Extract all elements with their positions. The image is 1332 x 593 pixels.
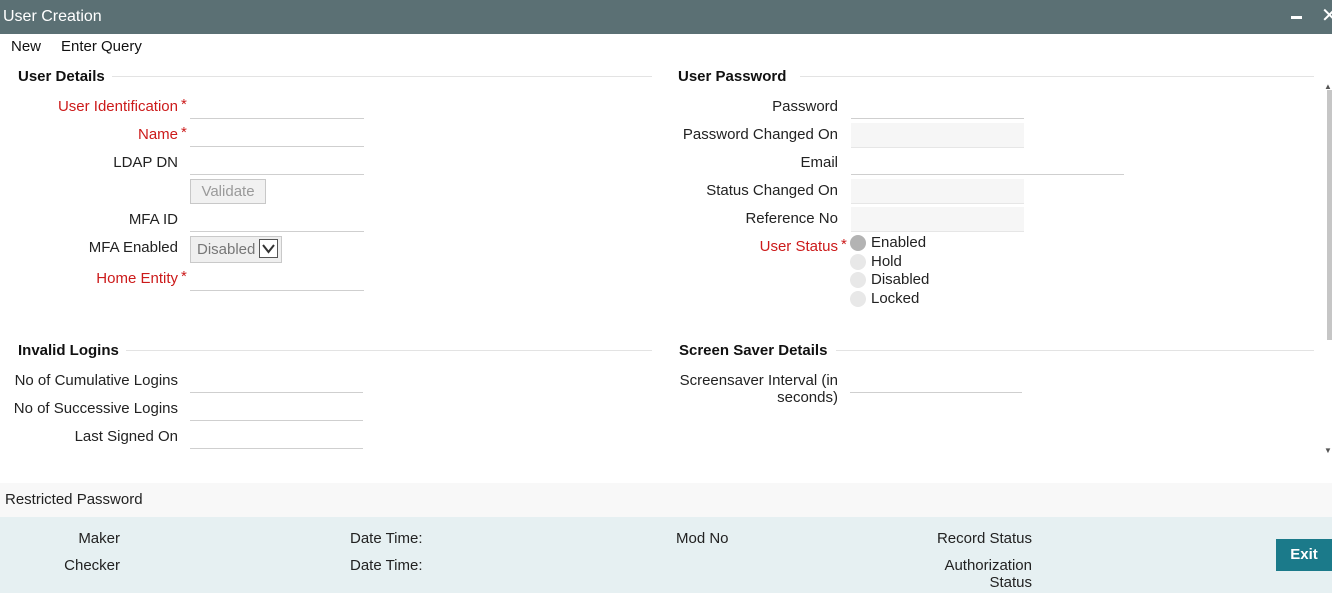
status-option-label: Enabled (871, 234, 927, 251)
mfa-id-label: MFA ID (128, 211, 178, 228)
status-radio-locked[interactable] (850, 291, 866, 307)
name-label: Name (137, 126, 178, 143)
status-radio-enabled[interactable] (850, 235, 866, 251)
audit-footer (0, 517, 1332, 593)
user-identification-label: User Identification (57, 98, 178, 115)
cumulative-logins-label: No of Cumulative Logins (14, 372, 178, 389)
status-option-label: Disabled (871, 271, 930, 288)
screensaver-interval-label-line2: seconds) (777, 389, 838, 406)
window-title: User Creation (3, 8, 102, 25)
required-mark: * (181, 268, 187, 285)
menu-enter-query[interactable]: Enter Query (61, 38, 142, 55)
password-changed-on-field (851, 123, 1024, 148)
authorization-status-label-line1: Authorization (944, 557, 1032, 574)
home-entity-label: Home Entity (96, 270, 178, 287)
chevron-down-icon[interactable] (259, 239, 278, 258)
user-status-label: User Status (759, 238, 838, 255)
ldap-dn-input[interactable] (190, 153, 364, 175)
user-password-title: User Password (678, 68, 787, 85)
restricted-password-bar[interactable]: Restricted Password (0, 483, 1332, 517)
invalid-logins-title: Invalid Logins (18, 342, 119, 359)
status-radio-disabled[interactable] (850, 272, 866, 288)
checker-label: Checker (64, 557, 120, 574)
successive-logins-field[interactable] (190, 399, 363, 421)
status-changed-on-label: Status Changed On (706, 182, 838, 199)
status-changed-on-field (851, 179, 1024, 204)
mfa-id-input[interactable] (190, 210, 364, 232)
password-input[interactable] (851, 97, 1024, 119)
record-status-label: Record Status (936, 530, 1032, 547)
reference-no-label: Reference No (745, 210, 838, 227)
screensaver-interval-label-line1: Screensaver Interval (in (679, 372, 838, 389)
required-mark: * (181, 96, 187, 113)
last-signed-on-label: Last Signed On (74, 428, 178, 445)
mfa-enabled-select[interactable]: Disabled (190, 236, 282, 263)
successive-logins-label: No of Successive Logins (13, 400, 178, 417)
scrollbar[interactable]: ▲ ▼ (1323, 60, 1332, 460)
email-label: Email (800, 154, 838, 171)
home-entity-input[interactable] (190, 269, 364, 291)
user-identification-input[interactable] (190, 97, 364, 119)
ldap-dn-label: LDAP DN (113, 154, 178, 171)
user-details-title: User Details (18, 68, 105, 85)
reference-no-field (851, 207, 1024, 232)
status-radio-hold[interactable] (850, 254, 866, 270)
authorization-status-label-line2: Status (989, 574, 1032, 591)
menu-new[interactable]: New (11, 38, 41, 55)
required-mark: * (181, 124, 187, 141)
password-label: Password (772, 98, 838, 115)
title-bar: User Creation ✕ (0, 0, 1332, 34)
validate-button[interactable]: Validate (190, 179, 266, 204)
screensaver-interval-input[interactable] (850, 371, 1022, 393)
mfa-enabled-label: MFA Enabled (88, 239, 178, 256)
exit-button[interactable]: Exit (1276, 539, 1332, 571)
screen-saver-divider (836, 350, 1314, 351)
maker-date-time-label: Date Time: (350, 530, 423, 547)
required-mark: * (841, 236, 847, 253)
checker-date-time-label: Date Time: (350, 557, 423, 574)
status-option-label: Hold (871, 253, 902, 270)
restricted-password-link[interactable]: Restricted Password (5, 491, 143, 508)
scrollbar-thumb[interactable] (1327, 90, 1332, 340)
menu-bar: New Enter Query (0, 34, 1332, 60)
scroll-down-icon[interactable]: ▼ (1324, 446, 1332, 455)
invalid-logins-divider (126, 350, 652, 351)
last-signed-on-field[interactable] (190, 427, 363, 449)
password-changed-on-label: Password Changed On (682, 126, 838, 143)
user-details-divider (112, 76, 652, 77)
minimize-icon[interactable] (1291, 16, 1302, 19)
mod-no-label: Mod No (676, 530, 729, 547)
maker-label: Maker (78, 530, 120, 547)
email-input[interactable] (851, 153, 1124, 175)
user-password-divider (800, 76, 1314, 77)
mfa-enabled-value: Disabled (197, 241, 256, 258)
status-option-label: Locked (871, 290, 920, 307)
close-icon[interactable]: ✕ (1321, 6, 1332, 26)
cumulative-logins-field[interactable] (190, 371, 363, 393)
screen-saver-title: Screen Saver Details (679, 342, 828, 359)
name-input[interactable] (190, 125, 364, 147)
